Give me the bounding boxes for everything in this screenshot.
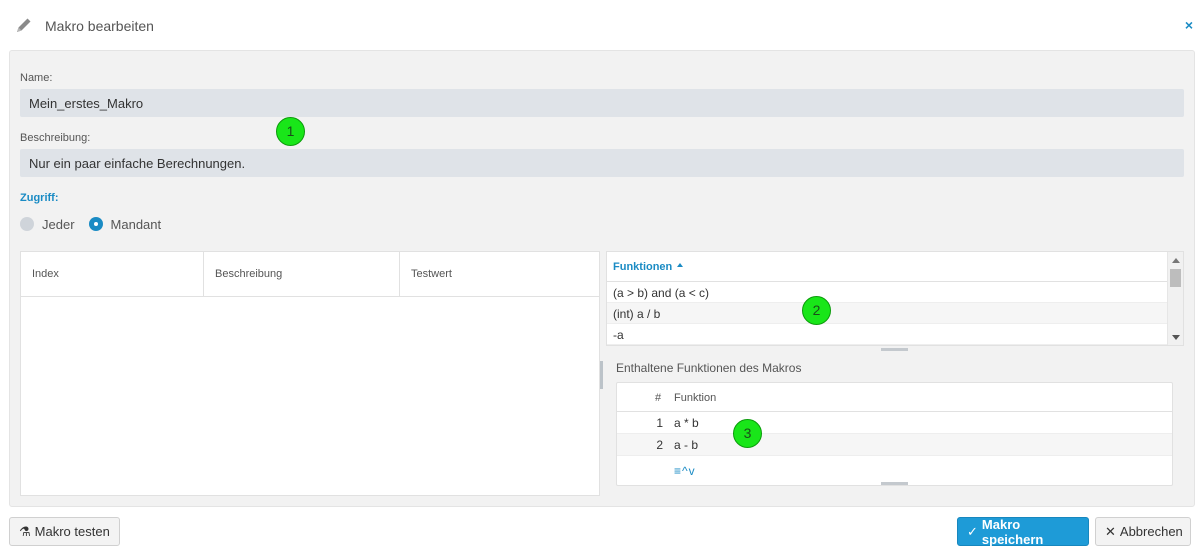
functions-header-label[interactable]: Funktionen — [613, 261, 672, 273]
horizontal-splitter-handle[interactable] — [881, 348, 908, 351]
functions-list-header[interactable]: Funktionen — [607, 252, 1183, 282]
annotation-marker-3: 3 — [733, 419, 762, 448]
function-item[interactable]: (int) a / b — [607, 303, 1168, 324]
access-radio-group: Jeder Mandant — [20, 215, 175, 233]
sort-ascending-icon — [677, 263, 683, 267]
cancel-button[interactable]: ✕ Abbrechen — [1095, 517, 1191, 546]
scroll-thumb[interactable] — [1170, 269, 1181, 287]
parameters-table-header: Index Beschreibung Testwert — [21, 252, 599, 297]
radio-jeder-label[interactable]: Jeder — [42, 217, 75, 232]
name-label: Name: — [20, 72, 53, 84]
contained-functions-label: Enthaltene Funktionen des Makros — [616, 361, 802, 375]
menu-icon[interactable]: ≡ — [674, 464, 681, 478]
scroll-down-icon[interactable] — [1172, 335, 1180, 340]
radio-jeder[interactable] — [20, 217, 34, 231]
pencil-icon — [17, 18, 31, 32]
column-testwert[interactable]: Testwert — [400, 252, 600, 297]
row-function: a * b — [674, 416, 699, 430]
dialog-titlebar: Makro bearbeiten × — [0, 0, 1203, 50]
name-input[interactable]: Mein_erstes_Makro — [20, 89, 1184, 117]
column-index[interactable]: Index — [21, 252, 204, 297]
cancel-label: Abbrechen — [1119, 524, 1183, 539]
row-number: 2 — [656, 438, 663, 452]
test-macro-label: Makro testen — [34, 524, 110, 539]
vertical-splitter-handle[interactable] — [600, 361, 603, 389]
scroll-up-icon[interactable] — [1172, 258, 1180, 263]
parameters-table: Index Beschreibung Testwert — [20, 251, 600, 496]
save-macro-button[interactable]: ✓ Makro speichern — [957, 516, 1089, 547]
radio-mandant[interactable] — [88, 217, 103, 231]
row-tools: ≡ ^ v — [674, 464, 695, 478]
dialog-title: Makro bearbeiten — [45, 18, 154, 34]
functions-scrollbar[interactable] — [1167, 252, 1183, 345]
description-label: Beschreibung: — [20, 132, 91, 144]
table-row[interactable]: 2 a - b — [617, 434, 1172, 456]
move-up-icon[interactable]: ^ — [682, 464, 688, 478]
horizontal-splitter-handle[interactable] — [881, 482, 908, 485]
column-number: # — [655, 392, 662, 404]
test-macro-button[interactable]: ⚗ Makro testen — [9, 517, 120, 546]
annotation-marker-2: 2 — [802, 296, 831, 325]
annotation-marker-1: 1 — [276, 117, 305, 146]
contained-functions-table: # Funktion 1 a * b 2 a - b ≡ ^ v — [616, 382, 1173, 486]
description-input[interactable]: Nur ein paar einfache Berechnungen. — [20, 149, 1184, 177]
close-icon: ✕ — [1105, 523, 1116, 539]
access-label: Zugriff: — [20, 192, 59, 204]
flask-icon: ⚗ — [19, 523, 31, 539]
close-icon[interactable]: × — [1185, 17, 1193, 33]
function-item[interactable]: -a — [607, 324, 1168, 345]
contained-functions-header: # Funktion — [617, 383, 1172, 412]
functions-list: Funktionen (a > b) and (a < c) (int) a /… — [606, 251, 1184, 346]
function-item[interactable]: (a > b) and (a < c) — [607, 282, 1168, 303]
column-funktion: Funktion — [674, 392, 717, 404]
macro-edit-panel: Name: Mein_erstes_Makro Beschreibung: Nu… — [9, 50, 1195, 507]
row-function: a - b — [674, 438, 699, 452]
column-beschreibung[interactable]: Beschreibung — [204, 252, 400, 297]
row-number: 1 — [656, 416, 663, 430]
save-macro-label: Makro speichern — [981, 516, 1044, 547]
move-down-icon[interactable]: v — [689, 464, 695, 478]
radio-mandant-label[interactable]: Mandant — [111, 217, 162, 232]
check-icon: ✓ — [967, 523, 978, 539]
table-row[interactable]: 1 a * b — [617, 412, 1172, 434]
